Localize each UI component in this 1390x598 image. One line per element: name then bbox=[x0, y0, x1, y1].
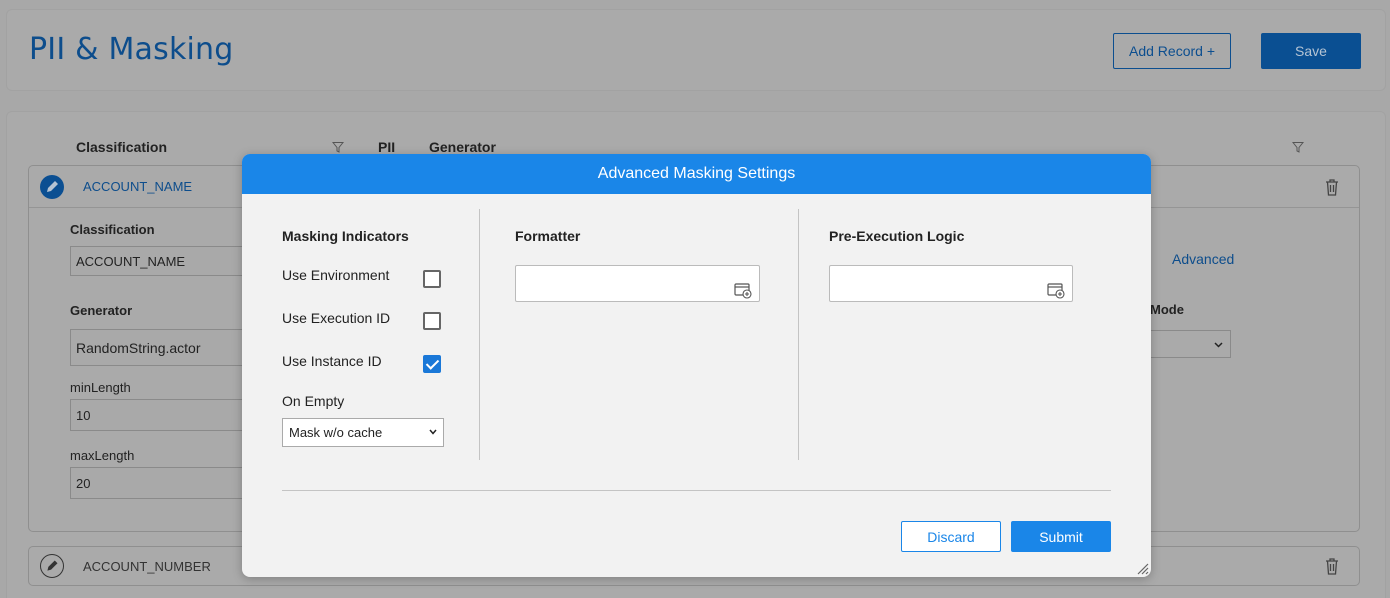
classification-label: Classification bbox=[70, 222, 155, 237]
add-record-button[interactable]: Add Record + bbox=[1113, 33, 1231, 69]
use-execution-id-label: Use Execution ID bbox=[282, 310, 391, 326]
footer-divider bbox=[282, 490, 1111, 491]
filter-icon[interactable] bbox=[1292, 141, 1304, 153]
add-script-icon[interactable] bbox=[734, 282, 752, 299]
max-length-field[interactable]: 20 bbox=[70, 467, 270, 499]
filter-icon[interactable] bbox=[332, 141, 344, 153]
use-execution-id-checkbox[interactable] bbox=[423, 312, 441, 330]
column-divider bbox=[479, 209, 480, 460]
discard-button[interactable]: Discard bbox=[901, 521, 1001, 552]
classification-field[interactable]: ACCOUNT_NAME bbox=[70, 246, 270, 276]
save-button[interactable]: Save bbox=[1261, 33, 1361, 69]
on-empty-label: On Empty bbox=[282, 393, 345, 409]
trash-icon[interactable] bbox=[1324, 178, 1340, 196]
advanced-masking-dialog: Advanced Masking Settings Masking Indica… bbox=[242, 154, 1151, 577]
generator-label: Generator bbox=[70, 303, 133, 318]
use-instance-id-label: Use Instance ID bbox=[282, 353, 382, 369]
column-header-pii: PII bbox=[378, 139, 396, 155]
dialog-title: Advanced Masking Settings bbox=[242, 154, 1151, 194]
column-header-generator: Generator bbox=[429, 139, 496, 155]
pre-execution-title: Pre-Execution Logic bbox=[829, 228, 965, 244]
formatter-input[interactable] bbox=[515, 265, 760, 302]
column-header-classification: Classification bbox=[76, 139, 168, 155]
on-empty-value: Mask w/o cache bbox=[289, 425, 383, 440]
edit-icon[interactable] bbox=[40, 175, 64, 199]
use-environment-label: Use Environment bbox=[282, 267, 390, 283]
page-header: PII & Masking Add Record + Save bbox=[6, 9, 1386, 91]
add-script-icon[interactable] bbox=[1047, 282, 1065, 299]
masking-indicators-title: Masking Indicators bbox=[282, 228, 409, 244]
formatter-title: Formatter bbox=[515, 228, 581, 244]
submit-button[interactable]: Submit bbox=[1011, 521, 1111, 552]
generator-field[interactable]: RandomString.actor bbox=[70, 329, 270, 366]
on-empty-select[interactable]: Mask w/o cache bbox=[282, 418, 444, 447]
column-divider bbox=[798, 209, 799, 460]
use-instance-id-checkbox[interactable] bbox=[423, 355, 441, 373]
pre-execution-input[interactable] bbox=[829, 265, 1073, 302]
edit-icon[interactable] bbox=[40, 554, 64, 578]
trash-icon[interactable] bbox=[1324, 557, 1340, 575]
chevron-down-icon bbox=[429, 429, 437, 435]
use-environment-checkbox[interactable] bbox=[423, 270, 441, 288]
row-classification: ACCOUNT_NUMBER bbox=[83, 559, 211, 574]
mode-select[interactable] bbox=[1150, 330, 1231, 358]
chevron-down-icon bbox=[1214, 342, 1223, 348]
resize-handle-icon[interactable] bbox=[1135, 561, 1149, 575]
row-classification: ACCOUNT_NAME bbox=[83, 179, 193, 194]
max-length-label: maxLength bbox=[70, 448, 135, 463]
min-length-label: minLength bbox=[70, 380, 131, 395]
advanced-link[interactable]: Advanced bbox=[1172, 251, 1234, 267]
mode-label: Mode bbox=[1150, 302, 1184, 317]
page-title: PII & Masking bbox=[29, 32, 234, 67]
min-length-field[interactable]: 10 bbox=[70, 399, 270, 431]
